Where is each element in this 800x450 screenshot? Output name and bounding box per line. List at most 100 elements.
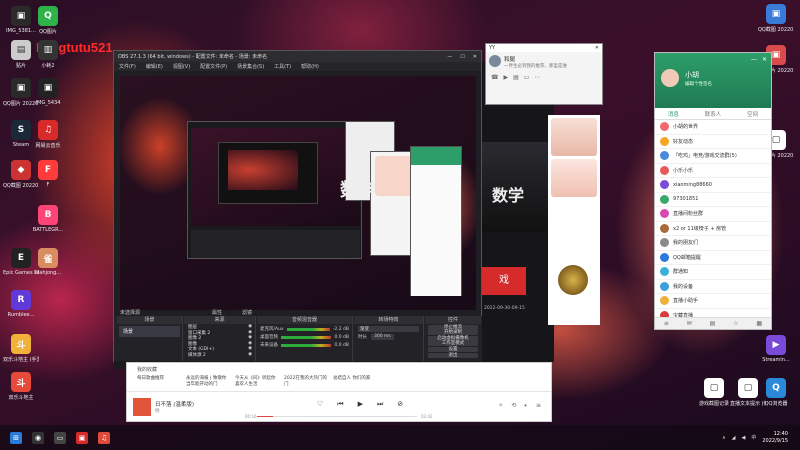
volume-meter[interactable] xyxy=(281,343,332,347)
menu-icon[interactable]: ≡ xyxy=(664,320,669,327)
control-button[interactable]: 工作室模式 xyxy=(428,341,478,347)
avatar[interactable] xyxy=(661,69,679,87)
desktop-icon[interactable]: ▢ 直播文本提示 (修改) xyxy=(730,378,766,407)
screen-icon[interactable]: ▭ xyxy=(524,74,530,81)
desktop-icon[interactable]: ▣ IMG_5434 xyxy=(30,78,66,106)
control-button[interactable]: 退出 xyxy=(428,352,478,358)
transition-select[interactable]: 渐变 xyxy=(358,326,419,332)
stream-viewer-panel[interactable] xyxy=(548,115,600,325)
qq-conversation-item[interactable]: 群通知 xyxy=(655,265,771,280)
control-button[interactable]: 停止推流 xyxy=(428,324,478,330)
close-icon[interactable]: ✕ xyxy=(595,45,599,51)
music-taskbar-icon[interactable]: ♫ xyxy=(98,431,110,444)
mixer-channel[interactable]: 桌面音频 0.0 dB xyxy=(260,334,349,341)
video-icon[interactable]: ▶ xyxy=(503,74,508,81)
qq-conversation-item[interactable]: 小胡的世界 xyxy=(655,120,771,135)
app-taskbar-icon[interactable]: ▣ xyxy=(76,431,88,444)
streamer-thumbnail[interactable] xyxy=(551,118,597,156)
close-icon[interactable]: ✕ xyxy=(473,54,477,60)
window-taskbar-icon[interactable]: ▭ xyxy=(54,431,66,444)
qq-conversation-item[interactable]: x2 or 11级榜子 + 房管 xyxy=(655,222,771,236)
clock[interactable]: 12:40 2022/9/15 xyxy=(762,431,788,445)
chevron-up-icon[interactable]: ∧ xyxy=(722,435,726,441)
stream-red-button[interactable]: 戏 xyxy=(482,267,526,295)
delete-icon[interactable]: ⊘ xyxy=(397,400,403,409)
play-icon[interactable]: ▶ xyxy=(358,400,363,409)
maximize-icon[interactable]: ☐ xyxy=(460,54,464,60)
more-icon[interactable]: ⋯ xyxy=(534,74,540,81)
controls-dock[interactable]: 控件 停止推流 开始录制 启动虚拟摄像机 工作室模式 设置 退出 xyxy=(425,316,481,362)
streamer-thumbnail[interactable] xyxy=(551,159,597,197)
qq-tab[interactable]: 消息 xyxy=(668,110,679,118)
duration-input[interactable]: 300 ms xyxy=(371,334,394,340)
obs-window[interactable]: OBS 27.1.3 (64 bit, windows) - 配置文件: 未命名… xyxy=(113,50,483,369)
obs-menu-item[interactable]: 场景集合(S) xyxy=(237,63,264,70)
qq-tab[interactable]: 空间 xyxy=(747,110,758,118)
mixer-dock[interactable]: 音频混音器 麦克风/Aux -2.2 dB 桌面音频 0.0 dB 未来设备 0.0 dB xyxy=(257,316,353,362)
desktop-icon[interactable]: ▣ QQ截图 20220... xyxy=(758,4,794,33)
progress-bar[interactable] xyxy=(257,416,417,417)
qq-main-window[interactable]: 小胡 编辑个性签名 — ✕ 消息 联系人 空间 小胡的世界 好友动态 「吃鸡」电竞/游戏… xyxy=(654,52,772,330)
network-icon[interactable]: ◢ xyxy=(732,435,736,441)
start-icon[interactable]: ⊞ xyxy=(10,431,22,444)
mode-icon[interactable]: ⟲ xyxy=(511,402,516,410)
obs-preview[interactable]: 数学 xyxy=(120,76,476,310)
qq-conversation-item[interactable]: 直播间粉丝群 xyxy=(655,207,771,222)
obs-titlebar[interactable]: OBS 27.1.3 (64 bit, windows) - 配置文件: 未命名… xyxy=(114,51,481,62)
control-button[interactable]: 设置 xyxy=(428,346,478,352)
phone-icon[interactable]: ☎ xyxy=(491,74,498,81)
music-tab-favorites[interactable]: 我的收藏 xyxy=(137,366,157,373)
obs-menu-item[interactable]: 视图(V) xyxy=(173,63,190,70)
close-icon[interactable]: ✕ xyxy=(762,56,767,63)
volume-icon[interactable]: 🔈︎ xyxy=(524,402,528,410)
heart-icon[interactable]: ♡ xyxy=(317,400,323,409)
grid-icon[interactable]: ▦ xyxy=(756,320,762,327)
obs-menu-item[interactable]: 帮助(H) xyxy=(301,63,319,70)
minimize-icon[interactable]: — xyxy=(447,54,452,60)
qq-conversation-item[interactable]: 直播小助手 xyxy=(655,294,771,309)
qq-conversation-item[interactable]: xiaoming88660 xyxy=(655,178,771,193)
song-title[interactable]: 日不落 (温柔版) xyxy=(155,400,194,408)
qq-conversation-item[interactable]: QQ邮箱提醒 xyxy=(655,251,771,265)
source-item[interactable]: 媒体源 2 ◉ xyxy=(184,352,255,358)
desktop-icon[interactable]: R Rumblee... xyxy=(3,290,39,318)
volume-meter[interactable] xyxy=(286,327,330,331)
obs-menu-item[interactable]: 配置文件(P) xyxy=(200,63,227,70)
volume-meter[interactable] xyxy=(281,335,332,339)
qq-conversation-item[interactable]: 小乐小乐 xyxy=(655,164,771,178)
effect-icon[interactable]: ✧ xyxy=(498,402,503,410)
playlist-icon[interactable]: ≡ xyxy=(536,402,541,410)
stream-app-window[interactable]: 数学 戏 2022-09-30-09-15 xyxy=(482,62,554,362)
previous-icon[interactable]: ⏮ xyxy=(337,400,343,409)
qq-status-text[interactable]: 编辑个性签名 xyxy=(685,81,712,87)
desktop-icon[interactable]: 斗双乐斗地主 (手游电脑版) xyxy=(3,334,39,363)
properties-button[interactable]: 属性 xyxy=(212,309,222,316)
desktop-icon[interactable]: 斗双乐斗地主 xyxy=(3,372,39,401)
yy-chat-window[interactable]: YY ✕ 和腿 一界生必到我的推荐，那里是谁 ☎ ▶ ▤ ▭ ⋯ xyxy=(485,43,603,105)
obs-menu-item[interactable]: 编辑(E) xyxy=(146,63,163,70)
obs-menu-item[interactable]: 工具(T) xyxy=(274,63,291,70)
control-button[interactable]: 开始录制 xyxy=(428,330,478,336)
qq-conversation-item[interactable]: 我的朋友们 xyxy=(655,236,771,251)
desktop-icon[interactable]: ▶ Streamin... xyxy=(758,335,794,363)
sources-dock[interactable]: 来源 图层 ◉ 窗口采集 2 ◉ 图像 2 ◉ 图像 ◉ 文本 (GDI+) ◉ 媒体源 2 ◉ xyxy=(184,316,256,362)
mixer-channel[interactable]: 麦克风/Aux -2.2 dB xyxy=(260,326,349,333)
desktop-icon[interactable]: Q QQ图片 xyxy=(30,6,66,35)
album-cover[interactable] xyxy=(133,397,151,416)
mixer-channel[interactable]: 未来设备 0.0 dB xyxy=(260,342,349,349)
music-player-window[interactable]: 我的收藏 每日歌曲推荐 永远的海报 | 致敬你当年能开动的门 今天从《同》听起你喜欢… xyxy=(126,362,552,422)
minimize-icon[interactable]: — xyxy=(751,56,757,63)
folder-icon[interactable]: ▤ xyxy=(513,74,519,81)
scene-item[interactable]: 场景 xyxy=(119,326,180,337)
next-icon[interactable]: ⏭ xyxy=(377,400,383,409)
desktop-icon[interactable]: ♫ 网易云音乐 xyxy=(30,120,66,149)
desktop-icon[interactable]: ▢ 游戏截图记录 xyxy=(696,378,732,407)
folder-icon[interactable]: ▤ xyxy=(710,320,716,327)
desktop-icon[interactable]: ▥ 小耗2 xyxy=(30,40,66,69)
input-method-icon[interactable]: 中 xyxy=(751,434,756,441)
song-artist[interactable]: 杨 xyxy=(155,408,194,414)
qq-conversation-item[interactable]: 我的设备 xyxy=(655,280,771,294)
obs-taskbar-icon[interactable]: ◉ xyxy=(32,431,44,444)
qq-conversation-item[interactable]: 97301851 xyxy=(655,193,771,207)
filters-button[interactable]: 滤镜 xyxy=(242,309,252,316)
